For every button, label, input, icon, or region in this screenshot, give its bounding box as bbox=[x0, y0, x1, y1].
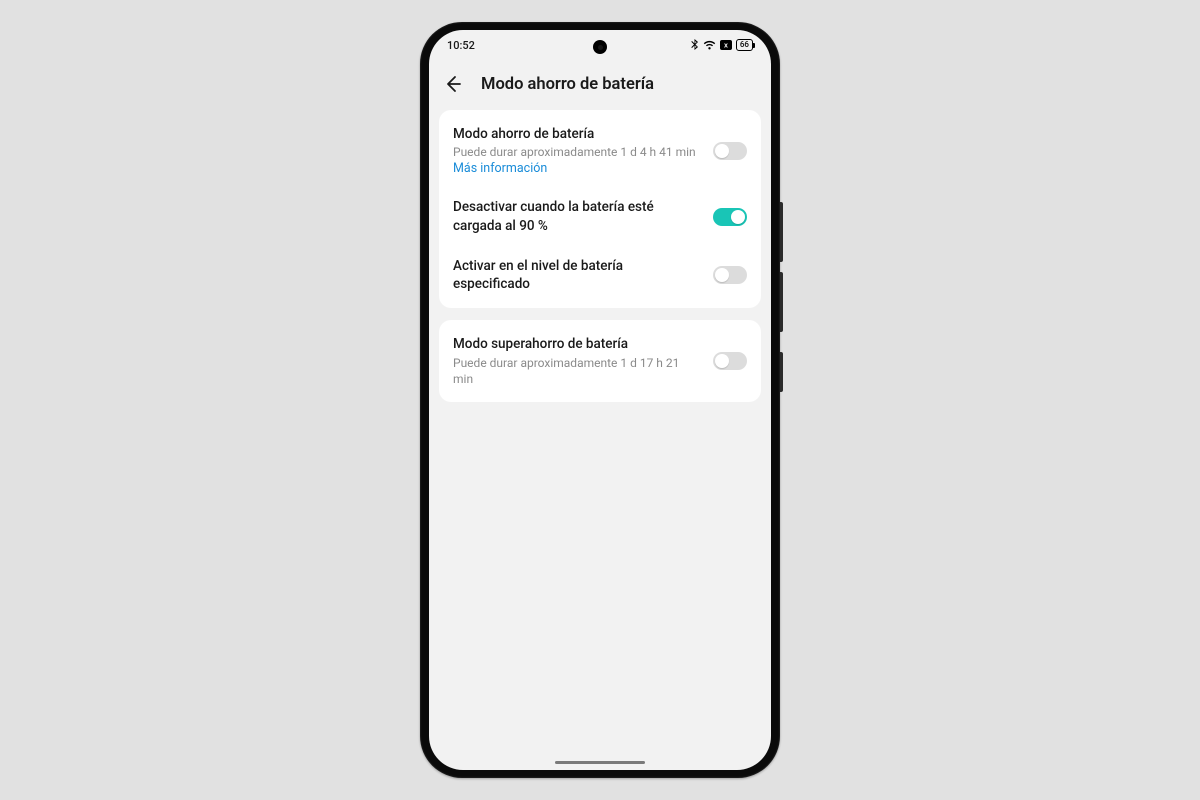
row-text: Modo superahorro de batería Puede durar … bbox=[453, 335, 701, 387]
row-text: Desactivar cuando la batería esté cargad… bbox=[453, 198, 701, 234]
row-title: Modo ahorro de batería bbox=[453, 125, 701, 143]
camera-hole bbox=[593, 40, 607, 54]
page-title: Modo ahorro de batería bbox=[481, 75, 654, 94]
row-title: Desactivar cuando la batería esté cargad… bbox=[453, 198, 701, 234]
volume-down-button[interactable] bbox=[780, 272, 783, 332]
row-subtitle: Puede durar aproximadamente 1 d 17 h 21 … bbox=[453, 355, 701, 387]
bluetooth-icon bbox=[691, 39, 699, 51]
status-time: 10:52 bbox=[447, 39, 475, 52]
row-super-saver[interactable]: Modo superahorro de batería Puede durar … bbox=[439, 324, 761, 398]
phone-frame: 10:52 x 66 Modo ahorro de batería Modo a… bbox=[420, 22, 780, 778]
more-info-link[interactable]: Más información bbox=[453, 161, 701, 176]
screen: 10:52 x 66 Modo ahorro de batería Modo a… bbox=[429, 30, 771, 770]
toggle-activate-at-level[interactable] bbox=[713, 266, 747, 284]
home-indicator[interactable] bbox=[555, 761, 645, 764]
content-scroll[interactable]: Modo ahorro de batería Puede durar aprox… bbox=[429, 110, 771, 770]
battery-icon: 66 bbox=[736, 39, 753, 51]
row-title: Activar en el nivel de batería especific… bbox=[453, 257, 701, 293]
wifi-icon bbox=[703, 40, 716, 50]
back-button[interactable] bbox=[443, 74, 463, 94]
row-subtitle: Puede durar aproximadamente 1 d 4 h 41 m… bbox=[453, 144, 701, 160]
volume-up-button[interactable] bbox=[780, 202, 783, 262]
arrow-left-icon bbox=[443, 74, 463, 94]
signal-icon: x bbox=[720, 40, 732, 50]
row-text: Modo ahorro de batería Puede durar aprox… bbox=[453, 125, 701, 176]
toggle-battery-saver[interactable] bbox=[713, 142, 747, 160]
row-title: Modo superahorro de batería bbox=[453, 335, 701, 353]
row-battery-saver[interactable]: Modo ahorro de batería Puede durar aprox… bbox=[439, 114, 761, 187]
settings-group-2: Modo superahorro de batería Puede durar … bbox=[439, 320, 761, 402]
toggle-super-saver[interactable] bbox=[713, 352, 747, 370]
svg-text:x: x bbox=[724, 43, 728, 50]
row-disable-at-90[interactable]: Desactivar cuando la batería esté cargad… bbox=[439, 187, 761, 245]
toggle-disable-at-90[interactable] bbox=[713, 208, 747, 226]
settings-group-1: Modo ahorro de batería Puede durar aprox… bbox=[439, 110, 761, 308]
status-icons: x 66 bbox=[691, 39, 753, 51]
power-button[interactable] bbox=[780, 352, 783, 392]
row-text: Activar en el nivel de batería especific… bbox=[453, 257, 701, 293]
row-activate-at-level[interactable]: Activar en el nivel de batería especific… bbox=[439, 246, 761, 304]
page-header: Modo ahorro de batería bbox=[429, 60, 771, 110]
